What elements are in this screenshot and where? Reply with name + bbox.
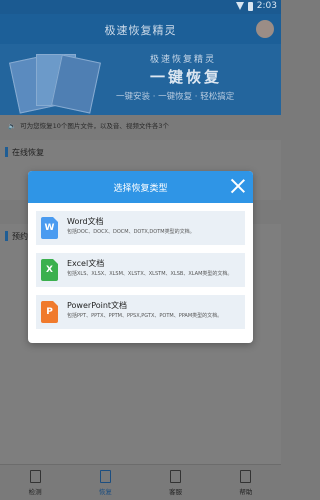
nav-label: 客服 <box>169 488 183 496</box>
banner-line1: 极速恢复精灵 <box>150 55 217 65</box>
close-icon[interactable] <box>229 177 247 195</box>
option-powerpoint[interactable]: P PowerPoint文档 包括PPT、PPTX、PPTM、PPSX,PGTX… <box>36 295 245 329</box>
nav-item-service[interactable]: 客服 <box>141 465 211 500</box>
nav-item-help[interactable]: 帮助 <box>211 465 281 500</box>
document-illustration <box>9 52 101 114</box>
option-word[interactable]: W Word文档 包括DOC、DOCX、DOCM、DOTX,DOTM类型的文档。 <box>36 211 245 245</box>
option-name: Excel文档 <box>67 259 105 268</box>
dialog-title: 选择恢复类型 <box>113 184 168 194</box>
help-icon <box>240 470 252 483</box>
section-title-online: 在线恢复 <box>0 140 281 158</box>
dialog-header: 选择恢复类型 <box>28 171 253 203</box>
service-icon <box>170 470 182 483</box>
recover-icon <box>99 470 111 483</box>
banner-line2: 一键恢复 <box>150 68 223 86</box>
option-desc: 包括XLS、XLSX、XLSM、XLSTX、XLSTM、XLSB、XLAM类型的… <box>67 271 233 277</box>
bottom-nav: 检测 恢复 客服 帮助 <box>0 464 281 500</box>
nav-item-detect[interactable]: 检测 <box>0 465 70 500</box>
option-name: Word文档 <box>67 217 104 226</box>
notice-bar: 🔈 可为您恢复10个图片文件，以及音、视频文件各3个 <box>0 115 281 134</box>
option-excel[interactable]: X Excel文档 包括XLS、XLSX、XLSM、XLSTX、XLSTM、XL… <box>36 253 245 287</box>
status-time: 2:03 <box>256 1 277 11</box>
wifi-icon <box>235 2 244 10</box>
banner-line3: 一键安装 · 一键恢复 · 轻松搞定 <box>116 92 235 102</box>
detect-icon <box>29 470 41 483</box>
nav-label: 恢复 <box>98 488 112 496</box>
notice-text: 可为您恢复10个图片文件，以及音、视频文件各3个 <box>20 122 170 130</box>
nav-label: 帮助 <box>239 488 253 496</box>
app-title: 极速恢复精灵 <box>104 24 177 37</box>
app-bar: 极速恢复精灵 <box>0 14 281 44</box>
nav-item-recover[interactable]: 恢复 <box>70 465 140 500</box>
excel-file-icon: X <box>41 259 58 281</box>
avatar[interactable] <box>256 20 274 38</box>
battery-icon <box>247 1 253 11</box>
recovery-type-dialog: 选择恢复类型 W Word文档 包括DOC、DOCX、DOCM、DOTX,DOT… <box>28 171 253 343</box>
option-name: PowerPoint文档 <box>67 301 128 310</box>
powerpoint-file-icon: P <box>41 301 58 323</box>
option-desc: 包括DOC、DOCX、DOCM、DOTX,DOTM类型的文档。 <box>67 229 195 235</box>
speaker-icon: 🔈 <box>8 122 17 130</box>
promo-banner[interactable]: 极速恢复精灵 一键恢复 一键安装 · 一键恢复 · 轻松搞定 <box>0 44 281 115</box>
status-bar: 2:03 <box>0 0 281 14</box>
word-file-icon: W <box>41 217 58 239</box>
option-desc: 包括PPT、PPTX、PPTM、PPSX,PGTX、POTM、PPAM类型的文档… <box>67 313 223 319</box>
nav-label: 检测 <box>28 488 42 496</box>
